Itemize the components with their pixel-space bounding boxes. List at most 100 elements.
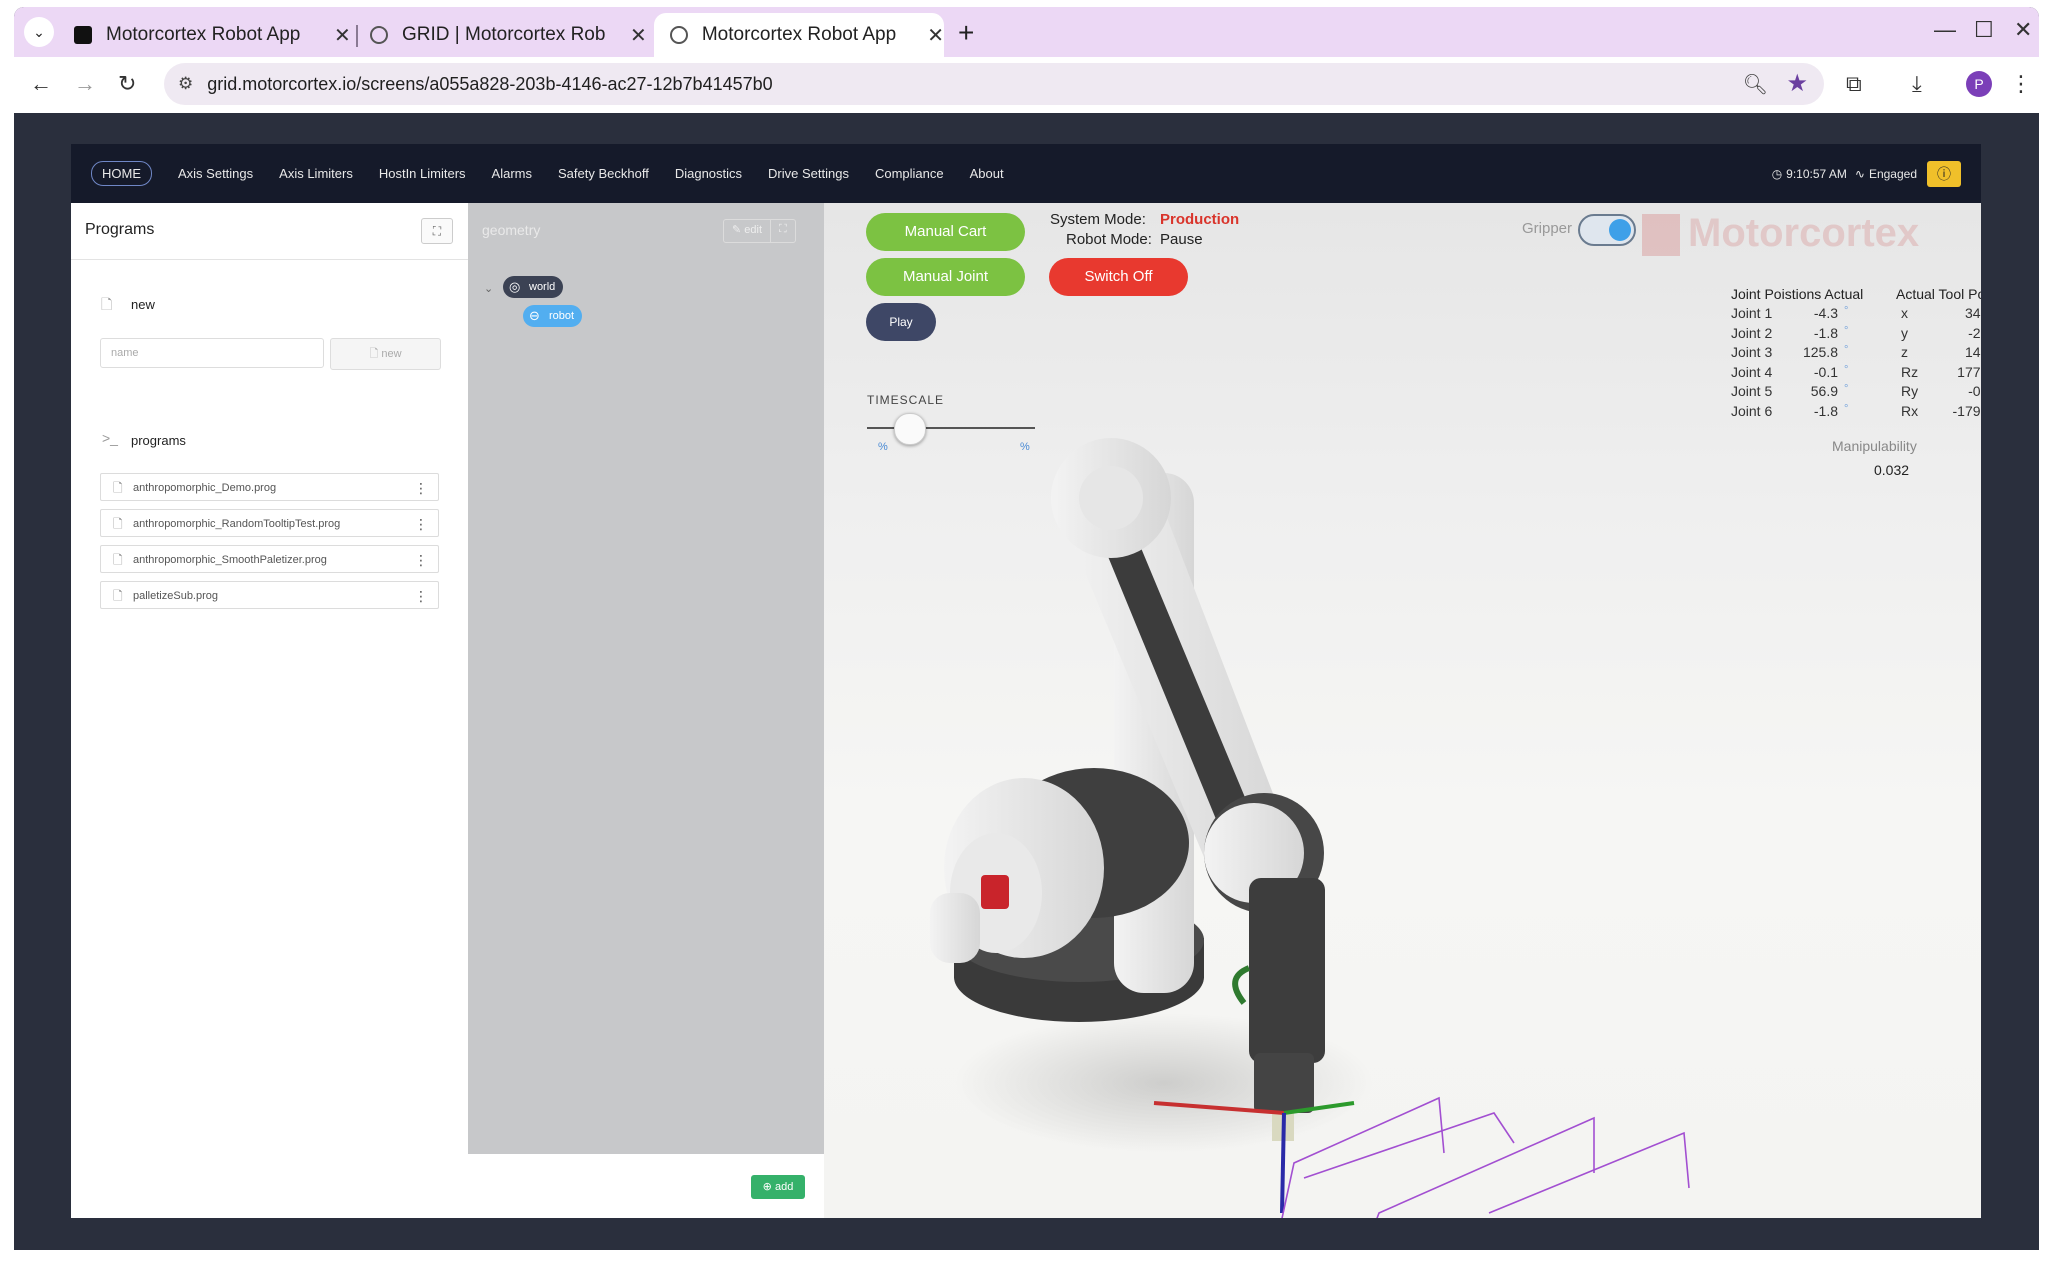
nav-axis-limiters[interactable]: Axis Limiters — [279, 166, 353, 181]
status-area: ◷ 9:10:57 AM ∿ Engaged ⓘ — [1772, 161, 1961, 187]
timescale-label: TIMESCALE — [867, 393, 945, 407]
play-button[interactable]: Play — [866, 303, 936, 341]
timescale-max-unit: % — [1020, 441, 1030, 453]
joint-name: Joint 5 — [1731, 383, 1773, 399]
minimize-icon[interactable]: — — [1934, 17, 1956, 43]
tab-3-active[interactable]: Motorcortex Robot App ✕ — [654, 13, 944, 57]
joint-value: -0.1 — [1813, 363, 1838, 380]
program-file-name: anthropomorphic_Demo.prog — [133, 482, 277, 494]
edit-button[interactable]: ✎ edit — [724, 220, 770, 242]
nav-alarms[interactable]: Alarms — [492, 166, 532, 181]
pose-axis: y — [1901, 324, 1908, 341]
plus-circle-icon: ⊕ — [762, 1181, 775, 1193]
geometry-title: geometry — [482, 222, 541, 238]
tree-node-world[interactable]: ◎ world — [503, 276, 564, 298]
joint-value: 56.9 — [1810, 383, 1838, 399]
robot-shoulder-cap — [1079, 466, 1143, 530]
program-file-name: anthropomorphic_RandomTooltipTest.prog — [133, 518, 341, 530]
profile-avatar[interactable]: P — [1966, 71, 1992, 97]
timescale-min-unit: % — [878, 441, 888, 453]
expand-icon[interactable]: ⛶ — [421, 218, 453, 244]
robot-3d-viewport[interactable]: Manual Cart Manual Joint Switch Off Play… — [824, 203, 1981, 1218]
warning-icon[interactable]: ⓘ — [1927, 161, 1961, 187]
download-icon[interactable]: ⤓ — [1912, 71, 1922, 97]
logo-text: Motorcortex — [1688, 211, 1920, 255]
tab-2[interactable]: GRID | Motorcortex Rob ✕ — [354, 13, 647, 57]
nav-axis-settings[interactable]: Axis Settings — [178, 166, 253, 181]
new-button-label: new — [381, 348, 402, 360]
extensions-icon[interactable]: ⧉ — [1846, 71, 1862, 97]
program-item[interactable]: 🗋 anthropomorphic_SmoothPaletizer.prog ⋮ — [100, 545, 439, 573]
timescale-slider-track[interactable] — [867, 427, 1035, 429]
kebab-menu-icon[interactable]: ⋮ — [414, 582, 428, 610]
add-button[interactable]: ⊕ add — [751, 1175, 805, 1199]
geometry-panel: geometry ✎ edit ⛶ ⌄ ◎ world ⊖ robot ⊕ ad… — [468, 203, 824, 1218]
manual-joint-button[interactable]: Manual Joint — [866, 258, 1025, 296]
joint-positions-header: Joint Poistions Actual — [1731, 286, 1864, 302]
joint-value: 125.8 — [1802, 344, 1838, 360]
gripper-toggle[interactable] — [1578, 214, 1636, 246]
nav-drive-settings[interactable]: Drive Settings — [768, 166, 849, 181]
tree-node-robot[interactable]: ⊖ robot — [523, 305, 583, 327]
system-mode-label: System Mode: — [1050, 211, 1146, 228]
url-text[interactable]: grid.motorcortex.io/screens/a055a828-203… — [207, 74, 772, 95]
tab-1[interactable]: Motorcortex Robot App ✕ — [58, 13, 351, 57]
file-icon: 🗋 — [113, 517, 123, 531]
programs-title: Programs — [85, 221, 155, 238]
close-tab-icon[interactable]: ✕ — [334, 23, 351, 48]
globe-icon — [670, 26, 688, 44]
back-icon[interactable]: ← — [30, 71, 52, 97]
manual-cart-button[interactable]: Manual Cart — [866, 213, 1025, 251]
kebab-menu-icon[interactable]: ⋮ — [414, 474, 428, 502]
joint-value: -4.3 — [1813, 305, 1838, 321]
new-tab-icon[interactable]: + — [958, 17, 974, 49]
motorcortex-logo-icon — [981, 875, 1009, 909]
robot-mode-value: Pause — [1160, 231, 1203, 248]
nav-about[interactable]: About — [970, 166, 1004, 181]
nav-safety-beckhoff[interactable]: Safety Beckhoff — [558, 166, 649, 181]
nav-diagnostics[interactable]: Diagnostics — [675, 166, 742, 181]
more-menu-icon[interactable]: ⋮ — [2010, 71, 2032, 97]
kebab-menu-icon[interactable]: ⋮ — [414, 510, 428, 538]
pose-value: -0.94 — [1968, 383, 1981, 399]
z-axis-arrow — [1280, 1112, 1286, 1214]
kebab-menu-icon[interactable]: ⋮ — [414, 546, 428, 574]
joint-name: Joint 4 — [1731, 363, 1773, 380]
robot-label: robot — [549, 310, 575, 322]
switch-off-button[interactable]: Switch Off — [1049, 258, 1188, 296]
programs-folder[interactable]: programs — [131, 433, 186, 448]
program-name-input[interactable]: name — [100, 338, 324, 368]
pose-value: -26.5 — [1968, 324, 1981, 341]
pose-axis: Ry — [1901, 383, 1919, 399]
close-tab-icon[interactable]: ✕ — [927, 23, 944, 48]
program-item[interactable]: 🗋 anthropomorphic_RandomTooltipTest.prog… — [100, 509, 439, 537]
clock-time: 9:10:57 AM — [1786, 167, 1847, 181]
zoom-icon[interactable]: 🔍︎ — [1743, 72, 1768, 97]
robot-icon: ⊖ — [529, 308, 540, 323]
program-item[interactable]: 🗋 anthropomorphic_Demo.prog ⋮ — [100, 473, 439, 501]
tab-search-icon[interactable]: ⌄ — [24, 17, 54, 47]
site-info-icon[interactable]: ⚙ — [178, 74, 193, 94]
degree-unit: ° — [1844, 363, 1849, 376]
expand-icon[interactable]: ⛶ — [770, 220, 795, 242]
forward-icon[interactable]: → — [74, 71, 96, 97]
address-bar[interactable]: ⚙ grid.motorcortex.io/screens/a055a828-2… — [164, 63, 1824, 105]
file-icon: 🗋 — [369, 348, 382, 360]
close-tab-icon[interactable]: ✕ — [630, 23, 647, 48]
chevron-down-icon[interactable]: ⌄ — [484, 282, 493, 295]
reload-icon[interactable]: ↻ — [118, 71, 136, 97]
file-icon: 🗋 — [113, 481, 123, 495]
program-item[interactable]: 🗋 palletizeSub.prog ⋮ — [100, 581, 439, 609]
engaged-status: Engaged — [1868, 167, 1917, 181]
bookmark-star-icon[interactable]: ★ — [1786, 69, 1808, 98]
nav-compliance[interactable]: Compliance — [875, 166, 944, 181]
toggle-knob — [1609, 219, 1631, 241]
tab-title: Motorcortex Robot App — [701, 24, 897, 45]
nav-hostin-limiters[interactable]: HostIn Limiters — [379, 166, 466, 181]
nav-home[interactable]: HOME — [91, 161, 152, 186]
maximize-icon[interactable]: ☐ — [1974, 17, 1994, 43]
close-window-icon[interactable]: ✕ — [2014, 17, 2032, 43]
new-program-button[interactable]: 🗋 new — [330, 338, 441, 370]
tab-title: Motorcortex Robot App — [106, 24, 301, 45]
timescale-slider-thumb[interactable] — [894, 413, 926, 445]
